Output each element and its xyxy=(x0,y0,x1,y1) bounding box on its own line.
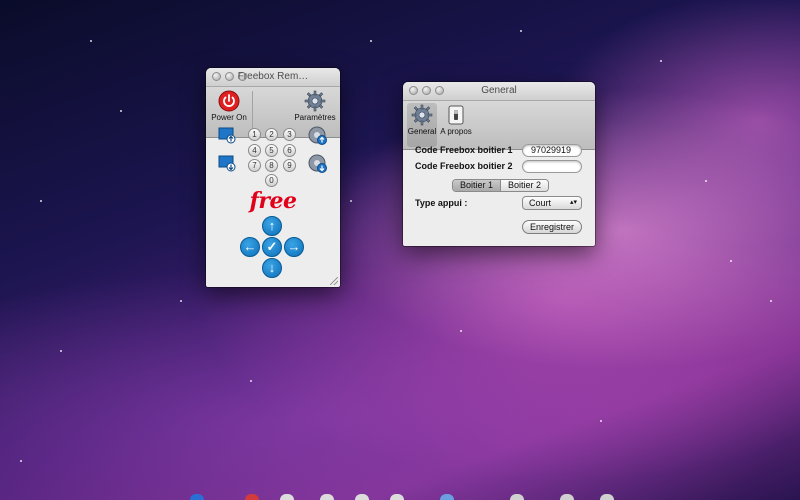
type-appui-label: Type appui : xyxy=(415,198,468,208)
arrow-down-icon: ↓ xyxy=(268,260,276,275)
power-on-button[interactable]: Power On xyxy=(209,90,249,122)
general-toolbar: General A propos xyxy=(403,101,595,150)
remote-titlebar[interactable]: Freebox Rem… xyxy=(206,68,340,87)
arrow-up-button[interactable]: ↑ xyxy=(262,216,282,236)
switch-icon xyxy=(448,105,464,125)
boitier-segmented-control: Boitier 1 Boitier 2 xyxy=(452,179,550,192)
num-key-8[interactable]: 8 xyxy=(265,159,278,172)
tab-general-label: General xyxy=(407,127,437,136)
code1-label: Code Freebox boitier 1 xyxy=(415,145,513,155)
screen-down-icon[interactable] xyxy=(218,154,236,172)
segment-boitier-1[interactable]: Boitier 1 xyxy=(453,180,501,191)
tab-a-propos[interactable]: A propos xyxy=(439,104,473,136)
gear-icon xyxy=(411,104,433,126)
num-key-1[interactable]: 1 xyxy=(248,128,261,141)
num-key-2[interactable]: 2 xyxy=(265,128,278,141)
volume-up-icon[interactable] xyxy=(308,126,328,146)
num-key-6[interactable]: 6 xyxy=(283,144,296,157)
dock-hint xyxy=(150,494,650,500)
arrow-right-icon: → xyxy=(287,239,301,254)
num-key-9[interactable]: 9 xyxy=(283,159,296,172)
code2-label: Code Freebox boitier 2 xyxy=(415,161,513,171)
tab-general[interactable]: General xyxy=(406,104,438,136)
segment-boitier-2[interactable]: Boitier 2 xyxy=(500,180,549,191)
num-key-7[interactable]: 7 xyxy=(248,159,261,172)
arrow-down-button[interactable]: ↓ xyxy=(262,258,282,278)
type-appui-value: Court xyxy=(529,198,552,208)
arrow-right-button[interactable]: → xyxy=(284,237,304,257)
general-titlebar[interactable]: General xyxy=(403,82,595,101)
gear-icon xyxy=(304,90,326,112)
type-appui-select[interactable]: Court ▴▾ xyxy=(522,196,582,210)
tab-a-propos-label: A propos xyxy=(440,127,472,136)
ok-button[interactable]: ✓ xyxy=(262,237,282,257)
screen-up-icon[interactable] xyxy=(218,126,236,144)
general-preferences-window: General General A propos Code Freebox bo… xyxy=(403,82,595,246)
checkmark-icon: ✓ xyxy=(266,239,278,254)
num-key-3[interactable]: 3 xyxy=(283,128,296,141)
num-key-4[interactable]: 4 xyxy=(248,144,261,157)
num-key-5[interactable]: 5 xyxy=(265,144,278,157)
enregistrer-button[interactable]: Enregistrer xyxy=(522,220,582,234)
power-on-label: Power On xyxy=(211,113,247,122)
window-title: General xyxy=(481,85,517,96)
num-key-0[interactable]: 0 xyxy=(265,174,278,187)
window-title: Freebox Rem… xyxy=(237,71,309,82)
free-logo: free xyxy=(249,188,297,214)
arrow-up-icon: ↑ xyxy=(268,218,276,233)
code2-field[interactable] xyxy=(522,160,582,173)
power-icon xyxy=(218,90,240,112)
volume-down-icon[interactable] xyxy=(308,154,328,174)
freebox-remote-window: Freebox Rem… Power On Paramètres 1 2 3 4… xyxy=(206,68,340,287)
updown-chevron-icon: ▴▾ xyxy=(569,199,577,206)
arrow-left-button[interactable]: ← xyxy=(240,237,260,257)
resize-grip[interactable] xyxy=(330,277,338,285)
parametres-button[interactable]: Paramètres xyxy=(292,90,338,122)
parametres-label: Paramètres xyxy=(294,113,336,122)
code1-field[interactable]: 97029919 xyxy=(522,144,582,157)
arrow-left-icon: ← xyxy=(243,239,257,254)
